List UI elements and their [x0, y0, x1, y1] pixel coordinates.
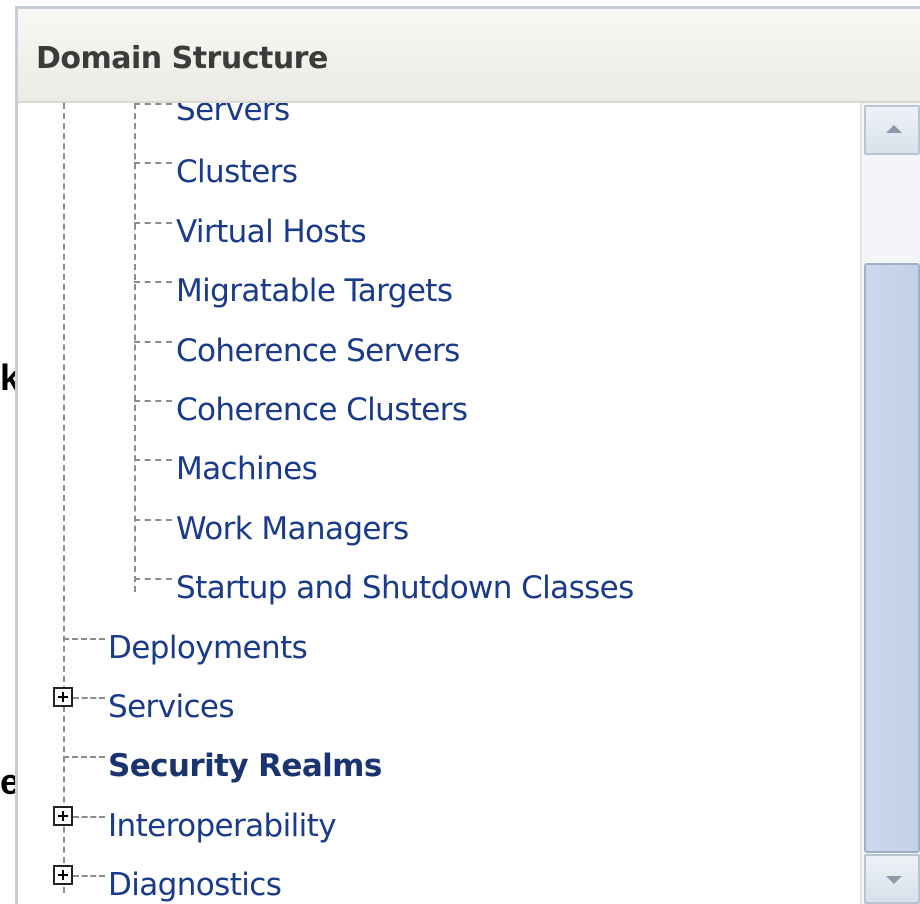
arrow-up-icon: [886, 125, 902, 133]
plus-box-icon[interactable]: [53, 806, 73, 826]
scroll-down-button[interactable]: [864, 854, 920, 904]
tree-item-interoperability[interactable]: Interoperability: [108, 811, 337, 842]
tree-connector: [134, 400, 172, 402]
scroll-up-button[interactable]: [864, 105, 920, 155]
vertical-scrollbar[interactable]: [860, 103, 920, 904]
tree-item-servers[interactable]: Servers: [176, 103, 290, 126]
domain-structure-panel: Domain Structure Servers Clusters Virtua…: [15, 6, 920, 904]
panel-header: Domain Structure: [18, 9, 920, 103]
plus-box-icon[interactable]: [53, 865, 73, 885]
tree-connector: [73, 697, 105, 699]
tree-item-work-managers[interactable]: Work Managers: [176, 514, 409, 545]
tree-connector: [134, 578, 172, 580]
tree-item-security-realms[interactable]: Security Realms: [108, 751, 382, 782]
tree-item-deployments[interactable]: Deployments: [108, 633, 308, 664]
tree-item-clusters[interactable]: Clusters: [176, 157, 298, 188]
tree-connector: [134, 222, 172, 224]
tree-item-services[interactable]: Services: [108, 692, 235, 723]
tree-item-virtual-hosts[interactable]: Virtual Hosts: [176, 217, 367, 248]
tree-connector: [134, 459, 172, 461]
tree-connector: [134, 281, 172, 283]
tree-item-diagnostics[interactable]: Diagnostics: [108, 870, 282, 901]
tree-connector: [134, 162, 172, 164]
plus-box-icon[interactable]: [53, 687, 73, 707]
tree-connector: [73, 816, 105, 818]
tree-item-migratable-targets[interactable]: Migratable Targets: [176, 276, 453, 307]
tree-connector: [73, 875, 105, 877]
tree-connector: [63, 756, 105, 758]
tree-item-coherence-clusters[interactable]: Coherence Clusters: [176, 395, 468, 426]
tree-connector: [63, 103, 65, 893]
tree-connector: [134, 103, 172, 105]
tree-connector: [63, 638, 105, 640]
panel-title: Domain Structure: [36, 41, 328, 76]
tree-connector: [134, 341, 172, 343]
scroll-thumb[interactable]: [864, 263, 920, 853]
tree-item-startup-shutdown-classes[interactable]: Startup and Shutdown Classes: [176, 573, 634, 604]
domain-tree: Servers Clusters Virtual Hosts Migratabl…: [18, 103, 860, 904]
tree-connector: [134, 519, 172, 521]
tree-item-coherence-servers[interactable]: Coherence Servers: [176, 336, 460, 367]
tree-item-machines[interactable]: Machines: [176, 454, 318, 485]
arrow-down-icon: [886, 876, 902, 884]
